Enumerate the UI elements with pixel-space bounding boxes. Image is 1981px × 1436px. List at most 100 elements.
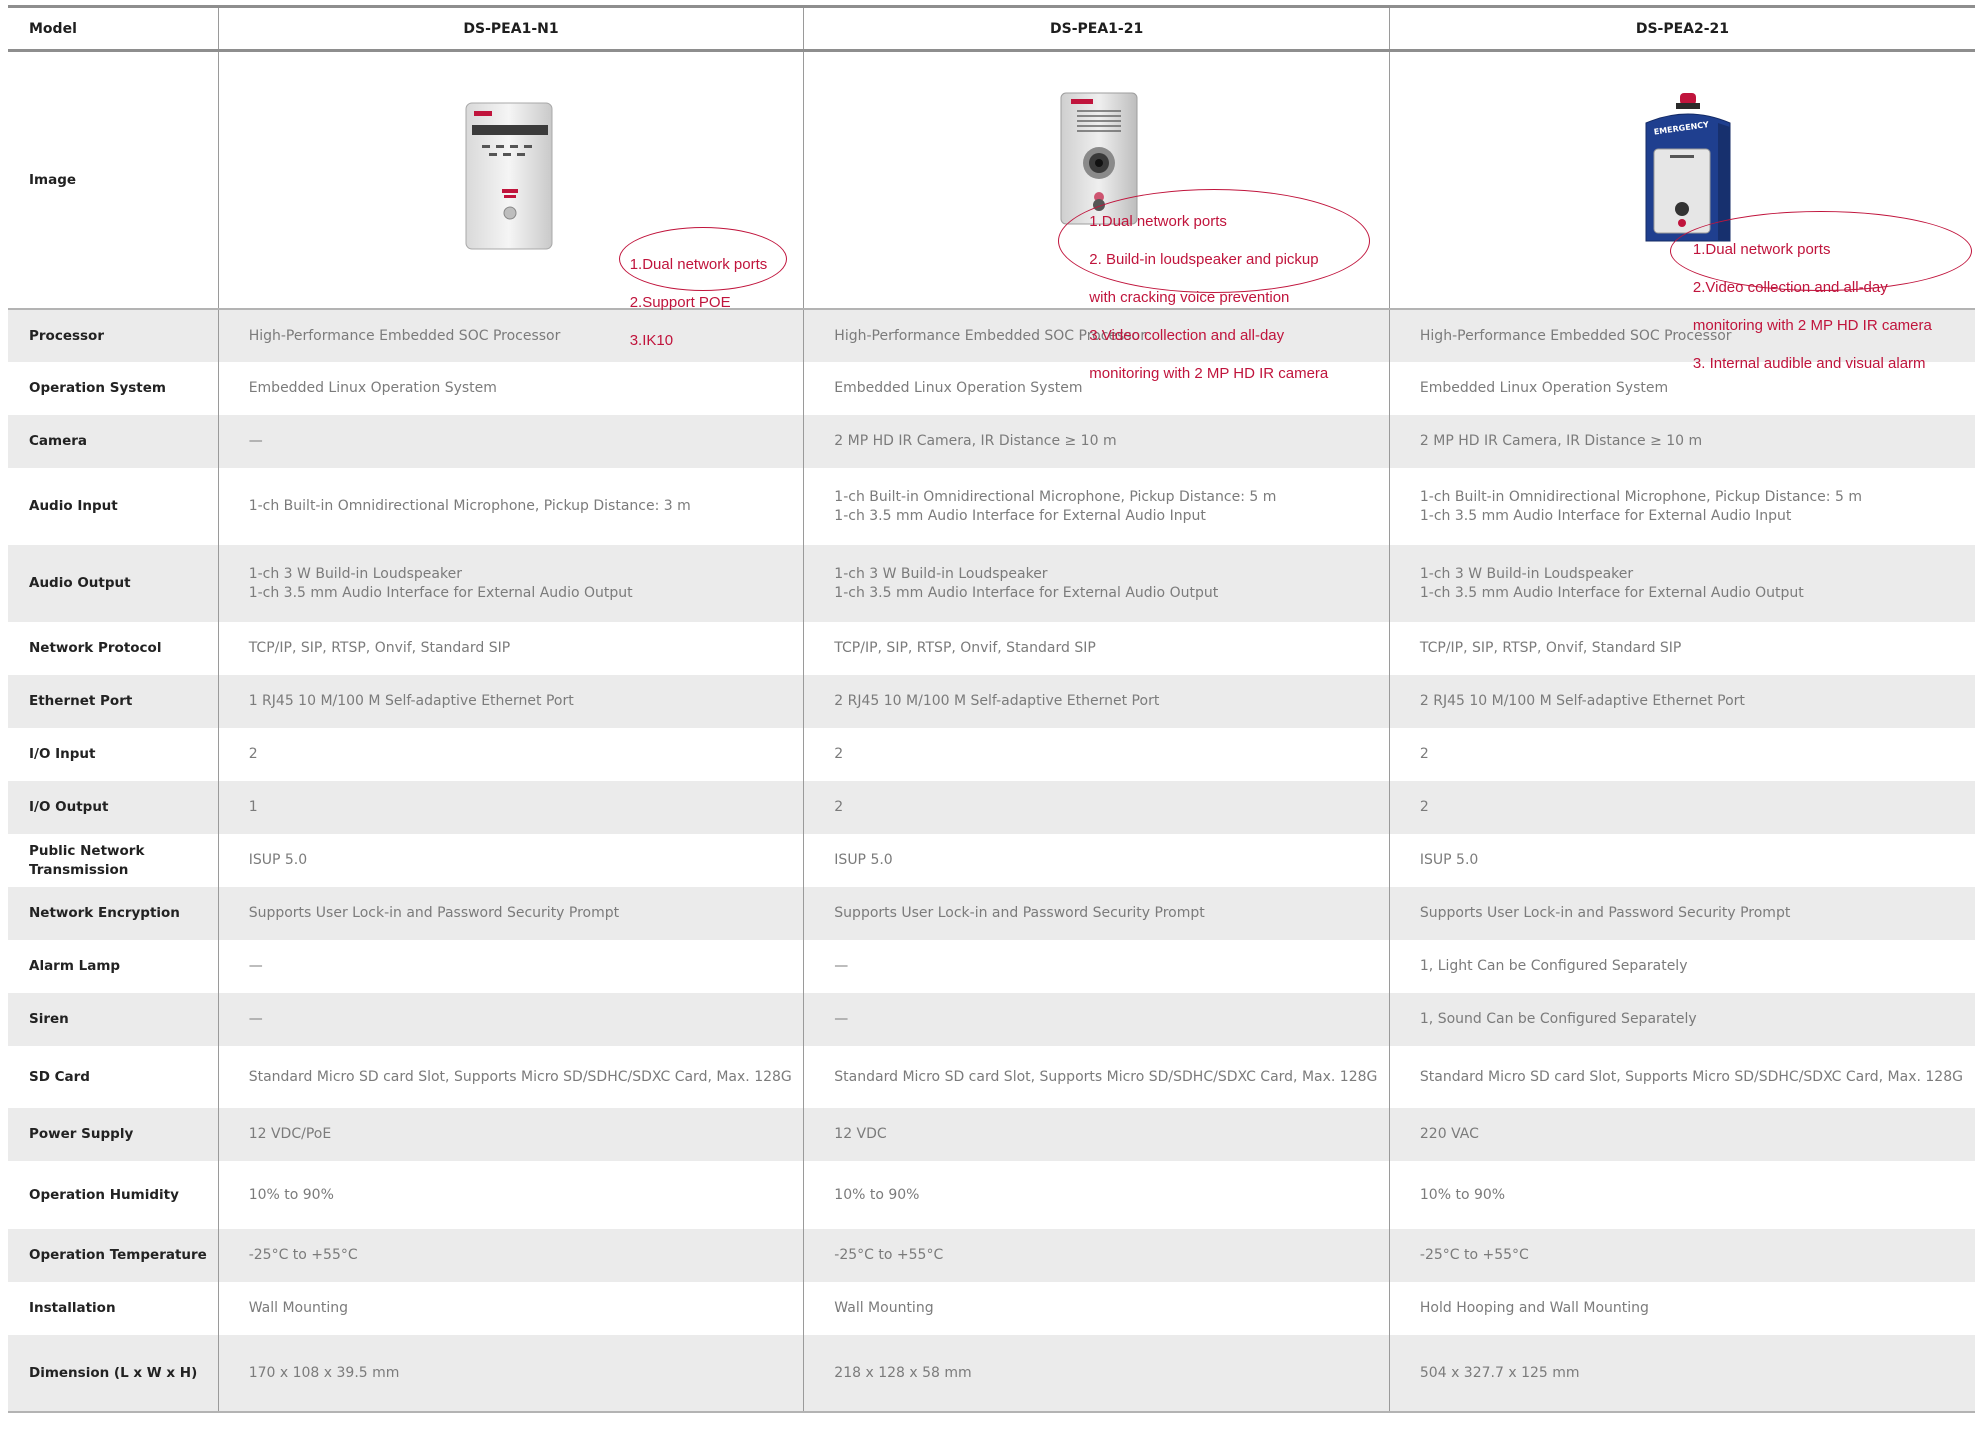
spec-value-model-3: 2 [1388, 781, 1975, 834]
image-row-label: Image [8, 50, 219, 310]
spec-value-model-1: 10% to 90% [217, 1161, 804, 1229]
spec-value-model-3: 1-ch 3 W Build-in Loudspeaker 1-ch 3.5 m… [1388, 545, 1975, 622]
spec-rows: Processor High-Performance Embedded SOC P… [8, 309, 1975, 1413]
spec-value-model-3: Hold Hooping and Wall Mounting [1388, 1282, 1975, 1335]
spec-label: Processor [8, 309, 219, 362]
spec-value-model-3: 1, Sound Can be Configured Separately [1388, 993, 1975, 1046]
spec-value-model-2: 2 MP HD IR Camera, IR Distance ≥ 10 m [803, 415, 1390, 468]
header-label: Model [8, 5, 219, 52]
spec-value-model-1: 1 RJ45 10 M/100 M Self-adaptive Ethernet… [217, 675, 804, 728]
spec-row: Camera —2 MP HD IR Camera, IR Distance ≥ … [8, 415, 1975, 468]
spec-value-model-2: Standard Micro SD card Slot, Supports Mi… [803, 1046, 1390, 1108]
spec-row: Ethernet Port 1 RJ45 10 M/100 M Self-adap… [8, 675, 1975, 728]
product-image-cell-1: 1.Dual network ports 2.Support POE 3.IK1… [217, 50, 804, 349]
spec-value-model-2: TCP/IP, SIP, RTSP, Onvif, Standard SIP [803, 622, 1390, 675]
spec-label: Network Encryption [8, 887, 219, 940]
spec-label: I/O Input [29, 746, 96, 762]
spec-value-model-2: — [803, 940, 1390, 993]
spec-value-model-1: — [217, 993, 804, 1046]
spec-row: Power Supply 12 VDC/PoE 12 VDC 220 VAC [8, 1108, 1975, 1161]
spec-value-model-2: — [803, 993, 1390, 1046]
spec-value-model-3: 1, Light Can be Configured Separately [1388, 940, 1975, 993]
spec-value-model-2: Supports User Lock-in and Password Secur… [803, 887, 1390, 940]
spec-row: I/O Input 2 2 2 [8, 728, 1975, 781]
spec-value-model-2: 2 [803, 728, 1390, 781]
spec-row: Siren — —1, Sound Can be Configured Separa… [8, 993, 1975, 1046]
spec-value-model-1: 2 [217, 728, 804, 781]
spec-label: Operation Humidity [29, 1186, 179, 1203]
model-name-1: DS-PEA1-N1 [217, 5, 804, 52]
product-image-cell-3: EMERGENCY 1.Dual network ports 2.Video c… [1388, 50, 1975, 372]
model-name-3: DS-PEA2-21 [1388, 5, 1975, 52]
spec-label: Operation System [29, 380, 166, 396]
spec-value-model-1: — [217, 940, 804, 993]
spec-value-model-2: ISUP 5.0 [803, 834, 1390, 887]
feature-callout-1: 1.Dual network ports 2.Support POE 3.IK1… [618, 227, 787, 349]
spec-row: Operation System Embedded Linux Operation… [8, 362, 1975, 415]
spec-label: Ethernet Port [8, 675, 219, 728]
spec-row: Operation Humidity 10% to 90% 10% to 90% 10… [8, 1161, 1975, 1229]
spec-value-model-1: 1-ch 3 W Build-in Loudspeaker 1-ch 3.5 m… [217, 545, 804, 622]
spec-label: Operation Temperature [8, 1229, 219, 1282]
spec-comparison-table: Model DS-PEA1-N1 DS-PEA1-21 DS-PEA2-21 I… [8, 5, 1975, 1413]
spec-label: Power Supply [8, 1108, 219, 1161]
image-row: Image 1.Dual network ports 2.Support POE… [8, 50, 1975, 382]
spec-row: Public Network Transmission ISUP 5.0 ISUP … [8, 834, 1975, 887]
spec-value-model-3: 2 [1388, 728, 1975, 781]
spec-value-model-3: 504 x 327.7 x 125 mm [1388, 1335, 1975, 1413]
spec-value-model-2: 218 x 128 x 58 mm [803, 1335, 1390, 1413]
spec-value-model-1: TCP/IP, SIP, RTSP, Onvif, Standard SIP [217, 622, 804, 675]
spec-value-model-1: 1-ch Built-in Omnidirectional Microphone… [217, 468, 804, 545]
spec-value-model-3: Standard Micro SD card Slot, Supports Mi… [1388, 1046, 1975, 1108]
product-image-cell-2: 1.Dual network ports 2. Build-in loudspe… [803, 50, 1390, 382]
spec-row: Dimension (L x W x H) 170 x 108 x 39.5 mm… [8, 1335, 1975, 1413]
spec-label: Alarm Lamp [29, 958, 121, 974]
spec-value-model-1: ISUP 5.0 [217, 834, 804, 887]
spec-row: I/O Output 1 2 2 [8, 781, 1975, 834]
spec-value-model-1: Supports User Lock-in and Password Secur… [217, 887, 804, 940]
spec-value-model-2: 1-ch 3 W Build-in Loudspeaker 1-ch 3.5 m… [803, 545, 1390, 622]
spec-value-model-1: 12 VDC/PoE [217, 1108, 804, 1161]
spec-value-model-3: 2 MP HD IR Camera, IR Distance ≥ 10 m [1388, 415, 1975, 468]
spec-label: Dimension (L x W x H) [8, 1335, 219, 1413]
spec-label: Public Network Transmission [29, 842, 145, 878]
spec-value-model-2: 1-ch Built-in Omnidirectional Microphone… [803, 468, 1390, 545]
feature-callout-3: 1.Dual network ports 2.Video collection … [1669, 211, 1972, 372]
product-image-1 [465, 102, 553, 250]
spec-label: I/O Output [8, 781, 219, 834]
spec-value-model-1: Wall Mounting [217, 1282, 804, 1335]
spec-value-model-1: Embedded Linux Operation System [217, 362, 804, 415]
spec-value-model-1: 170 x 108 x 39.5 mm [217, 1335, 804, 1413]
spec-value-model-3: 2 RJ45 10 M/100 M Self-adaptive Ethernet… [1388, 675, 1975, 728]
spec-label: Installation [29, 1300, 116, 1316]
spec-row: Alarm Lamp — —1, Light Can be Configured S… [8, 940, 1975, 993]
spec-label: Network Protocol [29, 640, 162, 656]
spec-value-model-1: -25°C to +55°C [217, 1229, 804, 1282]
spec-value-model-2: 2 [803, 781, 1390, 834]
header-row: Model DS-PEA1-N1 DS-PEA1-21 DS-PEA2-21 [8, 5, 1975, 52]
spec-label: Audio Input [29, 498, 118, 514]
spec-value-model-3: 10% to 90% [1388, 1161, 1975, 1229]
spec-row: SD Card Standard Micro SD card Slot, Supp… [8, 1046, 1975, 1108]
spec-value-model-3: TCP/IP, SIP, RTSP, Onvif, Standard SIP [1388, 622, 1975, 675]
spec-value-model-2: 10% to 90% [803, 1161, 1390, 1229]
spec-value-model-1: Standard Micro SD card Slot, Supports Mi… [217, 1046, 804, 1108]
spec-value-model-2: -25°C to +55°C [803, 1229, 1390, 1282]
spec-value-model-2: 12 VDC [803, 1108, 1390, 1161]
spec-value-model-3: ISUP 5.0 [1388, 834, 1975, 887]
spec-row: Processor High-Performance Embedded SOC P… [8, 309, 1975, 362]
spec-value-model-3: 220 VAC [1388, 1108, 1975, 1161]
spec-row: Network Encryption Supports User Lock-in … [8, 887, 1975, 940]
spec-label: Audio Output [8, 545, 219, 622]
spec-value-model-3: Supports User Lock-in and Password Secur… [1388, 887, 1975, 940]
spec-row: Audio Output 1-ch 3 W Build-in Loudspeake… [8, 545, 1975, 622]
spec-value-model-2: 2 RJ45 10 M/100 M Self-adaptive Ethernet… [803, 675, 1390, 728]
spec-label: SD Card [29, 1068, 90, 1085]
model-name-2: DS-PEA1-21 [803, 5, 1390, 52]
spec-row: Operation Temperature -25°C to +55°C -25°C… [8, 1229, 1975, 1282]
spec-row: Audio Input 1-ch Built-in Omnidirectional… [8, 468, 1975, 545]
spec-value-model-3: 1-ch Built-in Omnidirectional Microphone… [1388, 468, 1975, 545]
spec-row: Installation Wall Mounting Wall Mounting Ho… [8, 1282, 1975, 1335]
spec-value-model-1: 1 [217, 781, 804, 834]
spec-row: Network Protocol TCP/IP, SIP, RTSP, Onvif… [8, 622, 1975, 675]
